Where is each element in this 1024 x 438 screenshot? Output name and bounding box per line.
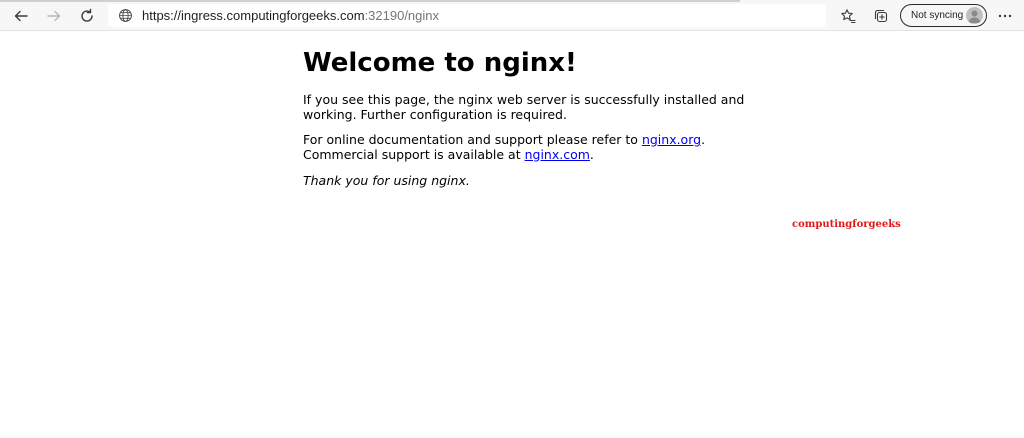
page-viewport: Welcome to nginx! If you see this page, … xyxy=(0,31,1024,438)
more-menu-button[interactable] xyxy=(993,4,1017,28)
docs-line-2: Commercial support is available at nginx… xyxy=(303,146,705,163)
browser-toolbar: https://ingress.computingforgeeks.com:32… xyxy=(0,0,1024,31)
sync-status-label: Not syncing xyxy=(911,10,964,21)
favorites-star-icon xyxy=(841,9,856,24)
nginx-org-link[interactable]: nginx.org xyxy=(642,132,701,147)
more-menu-icon xyxy=(998,14,1012,18)
sync-status-button[interactable]: Not syncing xyxy=(900,4,987,27)
profile-avatar-icon xyxy=(966,7,983,24)
forward-button[interactable] xyxy=(42,4,66,28)
docs-paragraph: For online documentation and support ple… xyxy=(303,132,706,163)
refresh-icon xyxy=(81,8,93,22)
collections-button[interactable] xyxy=(869,4,893,28)
nginx-com-link[interactable]: nginx.com xyxy=(525,147,590,162)
tab-strip-edge xyxy=(0,0,740,2)
favorites-button[interactable] xyxy=(836,4,860,28)
docs-line-1-text: For online documentation and support ple… xyxy=(303,132,642,147)
url-text[interactable]: https://ingress.computingforgeeks.com:32… xyxy=(142,7,439,24)
docs-line-1-end: . xyxy=(701,132,706,147)
forward-arrow-icon xyxy=(47,10,61,22)
page-title: Welcome to nginx! xyxy=(303,48,577,78)
docs-line-2-end: . xyxy=(589,146,594,162)
back-arrow-icon xyxy=(14,10,28,22)
intro-line-1: If you see this page, the nginx web serv… xyxy=(303,92,745,107)
address-bar[interactable]: https://ingress.computingforgeeks.com:32… xyxy=(108,4,826,27)
back-button[interactable] xyxy=(9,4,33,28)
url-host: https://ingress.computingforgeeks.com xyxy=(142,8,365,23)
intro-paragraph: If you see this page, the nginx web serv… xyxy=(303,92,745,122)
thank-you-text: Thank you for using nginx. xyxy=(303,173,470,188)
docs-line-2-text: Commercial support is available at xyxy=(303,146,525,162)
globe-icon[interactable] xyxy=(118,8,133,23)
watermark-text: computingforgeeks xyxy=(792,219,901,230)
url-path: :32190/nginx xyxy=(364,8,440,23)
collections-icon xyxy=(874,9,888,23)
docs-line-1: For online documentation and support ple… xyxy=(303,132,706,148)
intro-line-2: working. Further configuration is requir… xyxy=(303,106,567,122)
refresh-button[interactable] xyxy=(75,4,99,28)
